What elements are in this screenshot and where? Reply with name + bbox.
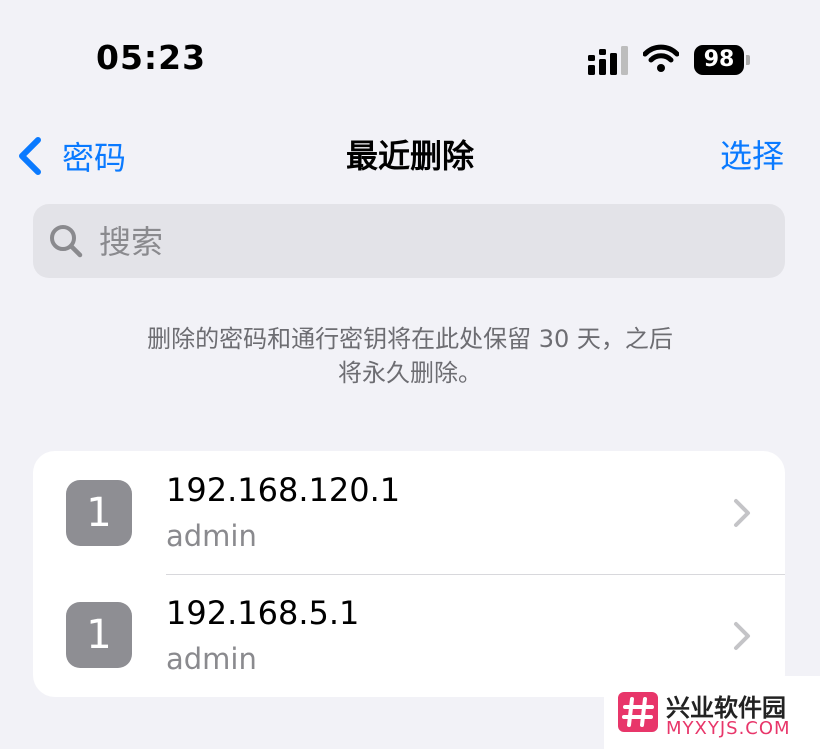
item-avatar: 1 [66,602,132,668]
info-text: 删除的密码和通行密钥将在此处保留 30 天，之后 将永久删除。 [60,322,760,390]
item-subtitle: admin [166,642,257,676]
item-avatar: 1 [66,480,132,546]
search-icon [50,225,83,258]
chevron-right-icon [734,622,750,650]
item-title: 192.168.5.1 [166,594,360,632]
battery-tip [746,55,750,65]
status-bar: 05:23 98 [0,0,820,110]
list-item[interactable]: 1 192.168.120.1 admin [33,451,785,574]
battery-level: 98 [694,45,744,75]
hash-logo-icon [618,692,658,732]
watermark-site: MYXYJS.COM [666,718,791,739]
item-subtitle: admin [166,519,257,553]
search-input[interactable] [97,204,761,280]
navigation-bar: 密码 最近删除 选择 [0,120,820,190]
chevron-right-icon [734,499,750,527]
search-bar[interactable] [33,204,785,280]
item-title: 192.168.120.1 [166,471,401,509]
info-line-2: 将永久删除。 [338,359,482,387]
wifi-icon [643,44,679,72]
status-time: 05:23 [96,38,207,77]
watermark: 兴业软件园 MYXYJS.COM [604,676,820,749]
signal-icon [588,46,628,75]
page-title: 最近删除 [345,137,474,175]
info-line-1: 删除的密码和通行密钥将在此处保留 30 天，之后 [147,325,673,353]
deleted-items-list: 1 192.168.120.1 admin 1 192.168.5.1 admi… [33,451,785,697]
battery-icon: 98 [694,45,750,75]
select-button[interactable]: 选择 [720,134,784,178]
